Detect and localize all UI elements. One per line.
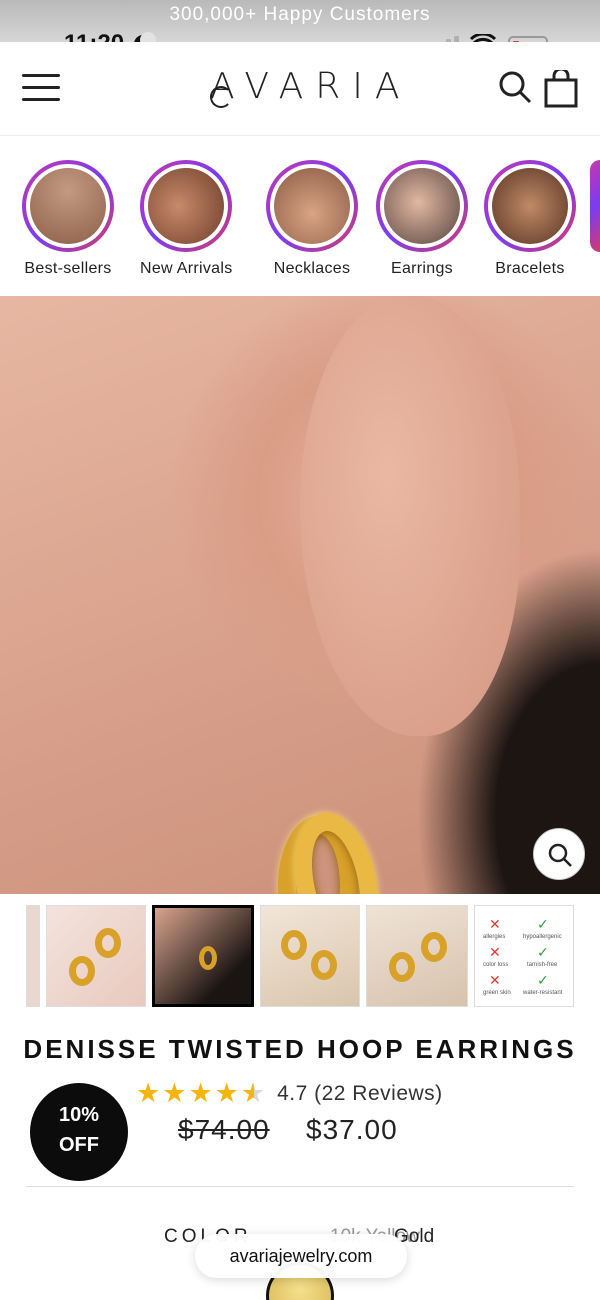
category-label: Necklaces bbox=[273, 260, 351, 277]
star-icon: ★ bbox=[214, 1078, 239, 1108]
category-image bbox=[30, 168, 106, 244]
category-image bbox=[492, 168, 568, 244]
ear-photo bbox=[300, 296, 520, 736]
thumbnail-2-selected[interactable] bbox=[152, 905, 254, 1007]
thumbnail-4[interactable] bbox=[366, 905, 468, 1007]
category-bracelets[interactable]: Bracelets bbox=[484, 160, 576, 278]
category-label: Best-sellers bbox=[24, 260, 112, 277]
category-strip: Best-sellers New Arrivals Necklaces Earr… bbox=[0, 150, 600, 290]
sale-price: $37.00 bbox=[306, 1114, 398, 1145]
category-new-arrivals[interactable]: New Arrivals bbox=[140, 160, 233, 278]
star-icon: ★ bbox=[188, 1078, 213, 1108]
star-icon: ★ bbox=[136, 1078, 161, 1108]
thumbnail-partial[interactable] bbox=[26, 905, 40, 1007]
feature-label: green skin bbox=[483, 990, 511, 996]
product-rating[interactable]: ★ ★ ★ ★ ★ 4.7 (22 Reviews) bbox=[136, 1080, 443, 1107]
category-image bbox=[384, 168, 460, 244]
browser-url: avariajewelry.com bbox=[229, 1246, 373, 1266]
discount-badge[interactable]: 10% OFF bbox=[30, 1083, 128, 1181]
zoom-icon bbox=[548, 843, 572, 867]
category-earrings[interactable]: Earrings bbox=[376, 160, 468, 278]
category-label: Bracelets bbox=[495, 260, 565, 277]
category-image bbox=[274, 168, 350, 244]
divider bbox=[26, 1186, 574, 1187]
original-price: $74.00 bbox=[178, 1114, 270, 1145]
product-title: DENISSE TWISTED HOOP EARRINGS bbox=[23, 1034, 577, 1064]
category-more[interactable] bbox=[590, 160, 600, 252]
thumbnail-strip: ✕ ✓ allergies hypoallergenic ✕ ✓ color los… bbox=[0, 905, 600, 1009]
feature-label: allergies bbox=[483, 934, 506, 940]
thumbnail-3[interactable] bbox=[260, 905, 360, 1007]
category-image bbox=[148, 168, 225, 244]
site-logo[interactable]: AVARIA bbox=[210, 66, 412, 107]
browser-url-pill[interactable]: avariajewelry.com bbox=[195, 1234, 407, 1278]
zoom-button[interactable] bbox=[533, 828, 585, 880]
rating-stars: ★ ★ ★ ★ ★ bbox=[136, 1080, 265, 1107]
thumbnail-1[interactable] bbox=[46, 905, 146, 1007]
search-icon[interactable] bbox=[498, 70, 532, 104]
hoop-earring-photo-twist bbox=[282, 805, 390, 894]
feature-label: water-resistant bbox=[523, 990, 563, 996]
feature-label: color loss bbox=[483, 962, 509, 968]
discount-badge-off: OFF bbox=[59, 1134, 99, 1156]
feature-label: hypoallergenic bbox=[523, 934, 562, 940]
star-icon: ★ bbox=[162, 1078, 187, 1108]
category-necklaces[interactable]: Necklaces bbox=[266, 160, 358, 278]
category-label: Earrings bbox=[391, 260, 453, 277]
category-best-sellers[interactable]: Best-sellers bbox=[22, 160, 114, 278]
rating-text[interactable]: 4.7 (22 Reviews) bbox=[277, 1082, 443, 1106]
hamburger-menu-icon[interactable] bbox=[22, 74, 60, 102]
discount-badge-percent: 10% bbox=[58, 1104, 100, 1126]
feature-label: tarnish-free bbox=[527, 962, 558, 968]
product-main-image[interactable] bbox=[0, 296, 600, 894]
category-label: New Arrivals bbox=[140, 260, 233, 277]
thumbnail-5-features[interactable]: ✕ ✓ allergies hypoallergenic ✕ ✓ color los… bbox=[474, 905, 574, 1007]
cart-icon[interactable] bbox=[544, 70, 578, 108]
site-header: AVARIA bbox=[0, 42, 600, 136]
announcement-text: 300,000+ Happy Customers bbox=[169, 4, 431, 25]
half-star-icon: ★ bbox=[240, 1078, 266, 1108]
